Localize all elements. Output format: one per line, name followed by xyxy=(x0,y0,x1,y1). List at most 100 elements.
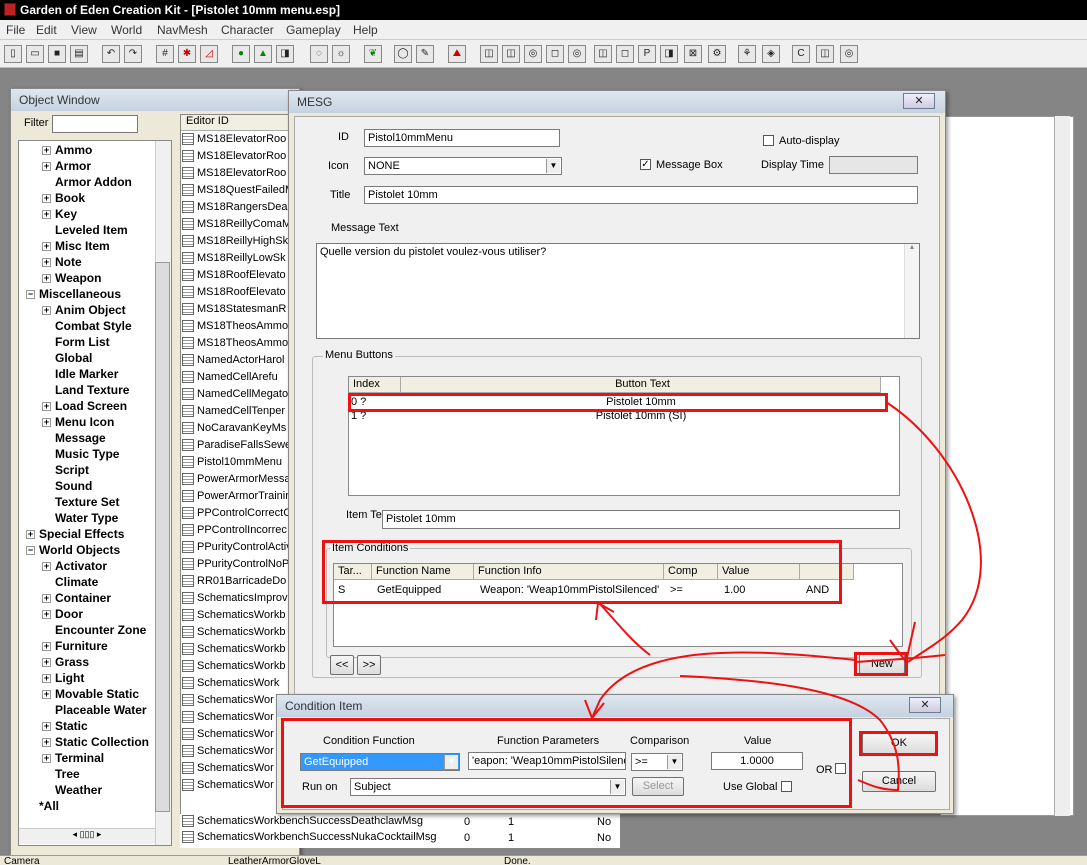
expand-icon[interactable]: + xyxy=(42,610,51,620)
expand-icon[interactable]: + xyxy=(42,690,51,700)
table-row[interactable]: SchematicsWorkb xyxy=(182,643,288,659)
tree-item[interactable]: + Note xyxy=(42,255,82,269)
table-row[interactable]: PowerArmorTrainin xyxy=(182,490,288,506)
leaf-icon[interactable]: ❦ xyxy=(364,45,382,63)
table-row[interactable]: SchematicsWor xyxy=(182,745,288,761)
expand-icon[interactable]: + xyxy=(42,562,51,572)
tree-item[interactable]: Placeable Water xyxy=(42,703,147,717)
col-comp[interactable]: Comp xyxy=(664,564,718,580)
col-value[interactable]: Value xyxy=(718,564,800,580)
sky-icon[interactable]: ☼ xyxy=(332,45,350,63)
cube16-icon[interactable]: ◎ xyxy=(840,45,858,63)
cube10-icon[interactable]: ⊠ xyxy=(684,45,702,63)
menu-gameplay[interactable]: Gameplay xyxy=(286,23,341,37)
table-row[interactable]: PPurityControlNoP xyxy=(182,558,288,574)
expand-icon[interactable]: + xyxy=(42,162,51,172)
tree-item[interactable]: Armor Addon xyxy=(42,175,132,189)
next-button[interactable]: >> xyxy=(357,655,381,675)
tree-item[interactable]: Texture Set xyxy=(42,495,119,509)
run-on-select[interactable]: Subject ▼ xyxy=(350,778,626,796)
angle-snap-icon[interactable]: ◿ xyxy=(200,45,218,63)
expand-icon[interactable]: + xyxy=(42,194,51,204)
table-row[interactable]: NoCaravanKeyMs xyxy=(182,422,288,438)
expand-icon[interactable]: + xyxy=(42,658,51,668)
cond-value[interactable]: 1.00 xyxy=(724,584,745,596)
table-row[interactable]: MS18RoofElevato xyxy=(182,269,288,285)
icon-select[interactable]: NONE ▼ xyxy=(364,157,562,175)
cond-op[interactable]: AND xyxy=(806,584,829,596)
table-row[interactable]: ParadiseFallsSewe xyxy=(182,439,288,455)
comparison-select[interactable]: >= ▼ xyxy=(631,753,683,771)
menu-edit[interactable]: Edit xyxy=(36,23,57,37)
navmesh-icon[interactable]: ⛰ xyxy=(448,45,466,63)
table-row[interactable]: SchematicsWorkbenchSuccessNukaCocktailMs… xyxy=(182,831,462,847)
col-button-text[interactable]: Button Text xyxy=(401,377,881,393)
cube15-icon[interactable]: ◫ xyxy=(816,45,834,63)
lod-icon[interactable]: ◨ xyxy=(276,45,294,63)
expand-icon[interactable]: + xyxy=(42,274,51,284)
snap-icon[interactable]: ✱ xyxy=(178,45,196,63)
item-text-field[interactable]: Pistolet 10mm xyxy=(382,510,900,529)
tree-item[interactable]: Form List xyxy=(42,335,110,349)
tree-item[interactable]: Encounter Zone xyxy=(42,623,146,637)
tree-item[interactable]: Leveled Item xyxy=(42,223,128,237)
menu-navmesh[interactable]: NavMesh xyxy=(157,23,208,37)
table-row[interactable]: SchematicsWorkbenchSuccessDeathclawMsg xyxy=(182,815,462,831)
tree-item[interactable]: Script xyxy=(42,463,89,477)
tree-item[interactable]: + Anim Object xyxy=(42,303,126,317)
redo-icon[interactable]: ↷ xyxy=(124,45,142,63)
table-row[interactable]: SchematicsWorkb xyxy=(182,660,288,676)
title-field[interactable]: Pistolet 10mm xyxy=(364,186,918,204)
expand-icon[interactable]: + xyxy=(42,594,51,604)
cube7-icon[interactable]: ◻ xyxy=(616,45,634,63)
tree-item[interactable]: + Load Screen xyxy=(42,399,127,413)
table-row[interactable]: MS18ElevatorRoo xyxy=(182,150,288,166)
expand-icon[interactable]: + xyxy=(42,306,51,316)
auto-display-checkbox[interactable] xyxy=(763,135,774,146)
cube5-icon[interactable]: ◎ xyxy=(568,45,586,63)
value-field[interactable]: 1.0000 xyxy=(711,752,803,770)
cube9-icon[interactable]: ◨ xyxy=(660,45,678,63)
expand-icon[interactable]: + xyxy=(42,754,51,764)
expand-icon[interactable]: + xyxy=(42,642,51,652)
menu-file[interactable]: File xyxy=(6,23,25,37)
tree-item[interactable]: Weather xyxy=(42,783,102,797)
open-icon[interactable]: ▭ xyxy=(26,45,44,63)
table-row[interactable]: SchematicsWor xyxy=(182,711,288,727)
tree-item[interactable]: Combat Style xyxy=(42,319,132,333)
cond-comp[interactable]: >= xyxy=(670,584,683,596)
tree-scroll-thumb[interactable] xyxy=(155,262,170,812)
pencil-icon[interactable]: ✎ xyxy=(416,45,434,63)
btn-row1-index[interactable]: 1 ? xyxy=(351,410,366,422)
tree-item[interactable]: + Weapon xyxy=(42,271,101,285)
tree-hscrollbar[interactable]: ◂ ▯▯▯ ▸ xyxy=(19,828,155,844)
btn-row1-text[interactable]: Pistolet 10mm (SI) xyxy=(401,410,881,422)
tree-item[interactable]: + Door xyxy=(42,607,83,621)
menu-world[interactable]: World xyxy=(111,23,142,37)
preferences-icon[interactable]: ▤ xyxy=(70,45,88,63)
cube2-icon[interactable]: ◫ xyxy=(502,45,520,63)
table-row[interactable]: SchematicsWor xyxy=(182,779,288,795)
table-row[interactable]: PowerArmorMessa xyxy=(182,473,288,489)
cube8-icon[interactable]: P xyxy=(638,45,656,63)
expand-icon[interactable]: + xyxy=(42,402,51,412)
cube12-icon[interactable]: ⚘ xyxy=(738,45,756,63)
cond-info[interactable]: Weapon: 'Weap10mmPistolSilenced' xyxy=(480,584,659,596)
tree-item[interactable]: + Movable Static xyxy=(42,687,139,701)
tree-item[interactable]: Message xyxy=(42,431,106,445)
tree-item[interactable]: + Terminal xyxy=(42,751,104,765)
new-button[interactable]: New xyxy=(859,654,905,674)
undo-icon[interactable]: ↶ xyxy=(102,45,120,63)
table-row[interactable]: MS18RoofElevato xyxy=(182,286,288,302)
condition-close-icon[interactable]: ✕ xyxy=(909,697,941,713)
tree-item[interactable]: − Miscellaneous xyxy=(26,287,121,301)
tree-item[interactable]: Sound xyxy=(42,479,92,493)
function-parameters-button[interactable]: 'eapon: 'Weap10mmPistolSilence xyxy=(468,752,626,770)
ok-button[interactable]: OK xyxy=(862,733,936,754)
btn-row0-index[interactable]: 0 ? xyxy=(351,396,366,408)
filter-input[interactable] xyxy=(52,115,138,133)
table-row[interactable]: MS18StatesmanR xyxy=(182,303,288,319)
table-row[interactable]: MS18ReillyHighSk xyxy=(182,235,288,251)
expand-icon[interactable]: + xyxy=(42,722,51,732)
expand-icon[interactable]: + xyxy=(42,242,51,252)
